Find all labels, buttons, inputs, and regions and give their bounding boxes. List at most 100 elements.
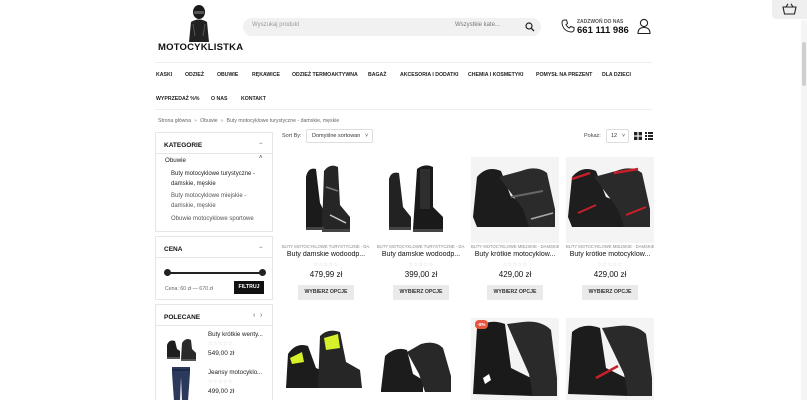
product-image[interactable] bbox=[282, 157, 370, 243]
user-account-icon[interactable] bbox=[637, 18, 651, 34]
cart-button[interactable] bbox=[772, 0, 807, 19]
site-logo[interactable]: MOTOCYKLISTKA bbox=[158, 4, 243, 53]
product-image[interactable] bbox=[377, 157, 465, 243]
breadcrumb: Strona główna» Obuwie» Buty motocyklowe tu… bbox=[158, 118, 340, 124]
choose-options-button[interactable]: WYBIERZ OPCJE bbox=[298, 285, 354, 300]
product-name[interactable]: Buty damskie wodoodp... bbox=[377, 251, 465, 258]
nav-item-o-nas[interactable]: O NAS bbox=[211, 96, 227, 102]
nav-item-odziez[interactable]: ODZIEŻ bbox=[185, 72, 204, 78]
price-slider-track[interactable] bbox=[166, 272, 263, 274]
search-input[interactable]: Wyszukaj produkt bbox=[252, 22, 299, 28]
nav-item-wyprzedaz[interactable]: WYPRZEDAŻ %% bbox=[156, 96, 200, 102]
nav-item-odziez-termoaktywna[interactable]: ODZIEŻ TERMOAKTYWNA bbox=[292, 72, 358, 78]
search-bar[interactable]: Wyszukaj produkt Wszystkie kate... bbox=[243, 18, 541, 36]
choose-options-button[interactable]: WYBIERZ OPCJE bbox=[393, 285, 449, 300]
category-obuwie[interactable]: Obuwie bbox=[165, 157, 186, 164]
categories-title: KATEGORIE bbox=[164, 142, 203, 149]
sort-select[interactable]: Domyślne sortowan ˅ bbox=[306, 129, 373, 143]
per-page-value: 12 bbox=[611, 133, 618, 139]
product-name[interactable]: Buty krótkie motocyklow... bbox=[471, 251, 559, 258]
product-category[interactable]: BUTY MOTOCYKLOWE MIEJSKIE - DAMSKIE... bbox=[471, 244, 559, 249]
choose-options-button[interactable]: WYBIERZ OPCJE bbox=[487, 285, 543, 300]
category-miejskie[interactable]: Buty motocyklowe miejskie - damskie, męs… bbox=[171, 191, 266, 211]
product-image[interactable] bbox=[566, 318, 654, 400]
product-category[interactable]: BUTY MOTOCYKLOWE MIEJSKIE - DAMSKIE... bbox=[566, 244, 654, 249]
filter-button[interactable]: FILTRUJ bbox=[234, 281, 264, 294]
nav-item-kontakt[interactable]: KONTAKT bbox=[241, 96, 266, 102]
sort-value: Domyślne sortowan bbox=[312, 133, 361, 139]
product-name[interactable]: Buty damskie wodoodp... bbox=[282, 251, 370, 258]
nav-item-rekawice[interactable]: RĘKAWICE bbox=[252, 72, 280, 78]
grid-view-icon[interactable] bbox=[634, 132, 642, 140]
product-name[interactable]: Buty krótkie motocyklow... bbox=[566, 251, 654, 258]
per-page-select[interactable]: 12 ˅ bbox=[606, 129, 629, 143]
product-thumbnail[interactable] bbox=[164, 329, 198, 363]
show-label: Pokaż: bbox=[584, 133, 601, 139]
breadcrumb-obuwie[interactable]: Obuwie bbox=[200, 118, 218, 124]
rating-stars: ☆☆☆☆☆ bbox=[208, 379, 233, 385]
price-title: CENA bbox=[164, 246, 183, 253]
nav-item-pomysl-na-prezent[interactable]: POMYSŁ NA PREZENT bbox=[536, 72, 592, 78]
nav-item-chemia[interactable]: CHEMIA I KOSMETYKI bbox=[468, 72, 523, 78]
scrollbar-thumb[interactable] bbox=[802, 42, 806, 86]
categories-widget: KATEGORIE − Obuwie ˄ Buty motocyklowe tu… bbox=[155, 132, 273, 232]
nav-divider bbox=[155, 62, 652, 63]
product-price: 399,00 zł bbox=[404, 270, 438, 279]
recommended-name[interactable]: Buty krótkie wenty... bbox=[208, 331, 263, 338]
product-category[interactable]: BUTY MOTOCYKLOWE TURYSTYCZNE - DA... bbox=[377, 244, 465, 249]
price-filter-widget: CENA − Cena: 60 zł — 670 zł FILTRUJ bbox=[155, 236, 273, 300]
search-icon[interactable] bbox=[525, 22, 535, 32]
recommended-item[interactable]: Jeansy motocyklo... ☆☆☆☆☆ 499,00 zł bbox=[164, 367, 274, 400]
choose-options-button[interactable]: WYBIERZ OPCJE bbox=[582, 285, 638, 300]
category-turystyczne[interactable]: Buty motocyklowe turystyczne - damskie, … bbox=[171, 169, 266, 189]
product-category[interactable]: BUTY MOTOCYKLOWE TURYSTYCZNE - DA... bbox=[282, 244, 370, 249]
recommended-price: 549,00 zł bbox=[208, 350, 235, 357]
recommended-widget: POLECANE ‹ › Buty krótkie wenty... ☆☆☆☆☆… bbox=[155, 304, 273, 400]
product-price: 429,00 zł bbox=[498, 270, 532, 279]
recommended-item[interactable]: Buty krótkie wenty... ☆☆☆☆☆ 549,00 zł bbox=[164, 329, 274, 367]
product-price: 429,00 zł bbox=[593, 270, 627, 279]
breadcrumb-current: Buty motocyklowe turystyczne - damskie, … bbox=[226, 118, 340, 124]
product-price: 479,99 zł bbox=[309, 270, 343, 279]
search-category-select[interactable]: Wszystkie kate... bbox=[455, 22, 500, 28]
price-slider-max-handle[interactable] bbox=[259, 269, 266, 276]
phone-number[interactable]: 661 111 986 bbox=[577, 25, 629, 36]
recommended-title: POLECANE bbox=[164, 314, 201, 321]
price-slider-min-handle[interactable] bbox=[164, 269, 171, 276]
chevron-right-icon[interactable]: › bbox=[260, 312, 262, 319]
chevron-down-icon: ˅ bbox=[622, 133, 625, 139]
product-image[interactable] bbox=[566, 157, 654, 243]
nav-item-bagaz[interactable]: BAGAŻ bbox=[368, 72, 386, 78]
price-range-label: Cena: 60 zł — 670 zł bbox=[165, 286, 214, 292]
nav-divider-bottom bbox=[155, 109, 652, 110]
rating-stars: ☆☆☆☆☆ bbox=[408, 262, 434, 268]
breadcrumb-home[interactable]: Strona główna bbox=[158, 118, 191, 124]
product-image[interactable] bbox=[282, 318, 370, 400]
collapse-icon[interactable]: − bbox=[259, 245, 263, 251]
chevron-down-icon: ˅ bbox=[365, 133, 368, 139]
chevron-left-icon[interactable]: ‹ bbox=[253, 312, 255, 319]
recommended-name[interactable]: Jeansy motocyklo... bbox=[208, 369, 262, 376]
chevron-up-icon[interactable]: ˄ bbox=[259, 155, 263, 161]
product-image[interactable] bbox=[377, 318, 465, 400]
sort-label: Sort By: bbox=[282, 133, 302, 139]
product-thumbnail[interactable] bbox=[164, 367, 198, 400]
rating-stars: ☆☆☆☆☆ bbox=[313, 262, 339, 268]
rating-stars: ☆☆☆☆☆ bbox=[502, 262, 528, 268]
collapse-icon[interactable]: − bbox=[259, 141, 263, 147]
category-sportowe[interactable]: Obuwie motocyklowe sportowe bbox=[171, 214, 266, 224]
discount-badge: -8% bbox=[475, 320, 488, 329]
nav-item-akcesoria[interactable]: AKCESORIA I DODATKI bbox=[400, 72, 459, 78]
phone-icon bbox=[561, 19, 575, 33]
rating-stars: ☆☆☆☆☆ bbox=[597, 262, 623, 268]
product-image[interactable] bbox=[471, 318, 559, 400]
page-scrollbar[interactable] bbox=[801, 20, 807, 400]
rating-stars: ☆☆☆☆☆ bbox=[208, 341, 233, 347]
rider-logo-icon bbox=[189, 5, 209, 42]
nav-item-dla-dzieci[interactable]: DLA DZIECI bbox=[602, 72, 631, 78]
list-view-icon[interactable] bbox=[645, 132, 653, 140]
product-image[interactable] bbox=[471, 157, 559, 243]
nav-item-obuwie[interactable]: OBUWIE bbox=[217, 72, 238, 78]
nav-item-kaski[interactable]: KASKI bbox=[156, 72, 172, 78]
recommended-price: 499,00 zł bbox=[208, 388, 235, 395]
